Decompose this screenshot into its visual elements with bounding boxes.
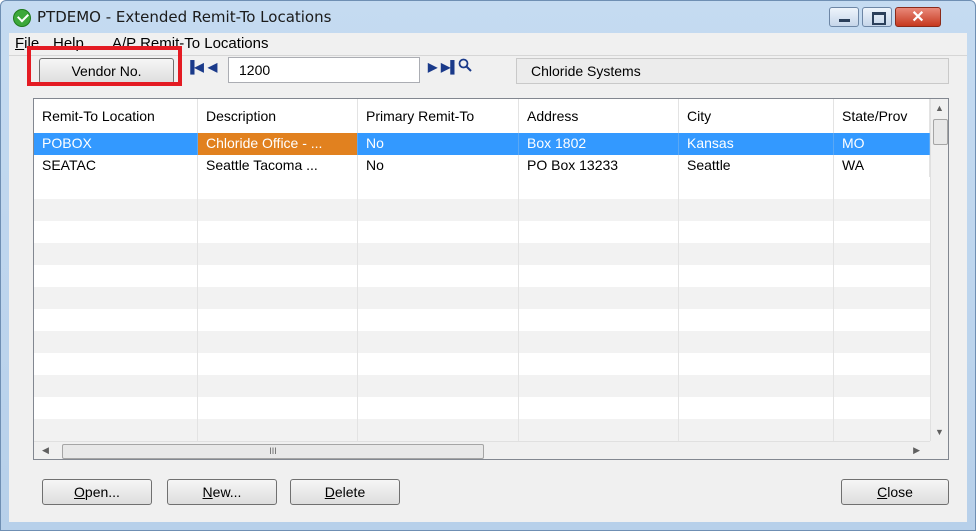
cell-address[interactable]: PO Box 13233 [519,155,679,177]
cell-remit-to-location[interactable]: POBOX [34,133,198,155]
grid-header: Remit-To Location Description Primary Re… [34,99,930,134]
vertical-scrollbar[interactable]: ▲ ▼ [930,99,948,441]
title-bar[interactable]: PTDEMO - Extended Remit-To Locations ✕ [1,1,975,33]
cell-address[interactable]: Box 1802 [519,133,679,155]
scroll-corner [930,441,948,459]
empty-row [34,375,930,397]
remit-to-grid[interactable]: Remit-To Location Description Primary Re… [33,98,949,460]
vendor-number-input[interactable]: 1200 [228,57,420,83]
previous-record-icon[interactable]: ◀ [208,60,217,74]
delete-mnemonic: D [324,484,335,500]
new-label: ew... [212,484,242,500]
cell-primary-remit-to[interactable]: No [358,133,519,155]
maximize-icon [872,12,886,25]
cell-city[interactable]: Seattle [679,155,834,177]
cell-primary-remit-to[interactable]: No [358,155,519,177]
table-row[interactable]: SEATAC Seattle Tacoma ... No PO Box 1323… [34,155,930,177]
delete-label: elete [334,484,366,500]
empty-row [34,287,930,309]
column-header-city[interactable]: City [679,99,834,133]
close-label: lose [887,484,913,500]
close-button[interactable]: Close [841,479,949,505]
close-mnemonic: C [877,484,888,500]
next-record-icon[interactable]: ▶ [428,60,437,74]
search-icon[interactable] [458,58,472,75]
column-header-state-prov[interactable]: State/Prov [834,99,930,133]
close-window-button[interactable]: ✕ [895,7,941,27]
empty-row [34,331,930,353]
empty-row [34,309,930,331]
table-row[interactable]: POBOX Chloride Office - ... No Box 1802 … [34,133,930,155]
open-label: pen... [84,484,120,500]
vertical-scroll-thumb[interactable] [933,119,948,145]
scroll-grip: III [269,446,277,456]
last-record-icon[interactable]: ▶▌ [441,60,459,74]
vendor-button-highlight [27,46,182,86]
empty-row [34,265,930,287]
cell-city[interactable]: Kansas [679,133,834,155]
cell-description[interactable]: Seattle Tacoma ... [198,155,358,177]
column-header-remit-to-location[interactable]: Remit-To Location [34,99,198,133]
menu-file-mnemonic: F [15,35,25,52]
minimize-button[interactable] [829,7,859,27]
empty-row [34,199,930,221]
maximize-button[interactable] [862,7,892,27]
empty-row [34,177,930,199]
vendor-name-field: Chloride Systems [516,58,949,84]
empty-row [34,397,930,419]
cell-state-prov[interactable]: WA [834,155,930,177]
new-button[interactable]: New... [167,479,277,505]
scroll-right-icon[interactable]: ▶ [913,445,920,456]
first-record-icon[interactable]: ▐◀ [186,60,204,74]
cell-state-prov[interactable]: MO [834,133,930,155]
empty-row [34,221,930,243]
cell-remit-to-location[interactable]: SEATAC [34,155,198,177]
app-check-icon [13,9,31,27]
minimize-icon [839,19,850,22]
column-header-description[interactable]: Description [198,99,358,133]
column-header-primary-remit-to[interactable]: Primary Remit-To [358,99,519,133]
window-title: PTDEMO - Extended Remit-To Locations [37,8,332,26]
scroll-left-icon[interactable]: ◀ [42,445,49,456]
cell-description[interactable]: Chloride Office - ... [198,133,358,155]
open-button[interactable]: Open... [42,479,152,505]
horizontal-scrollbar[interactable]: ◀ III ▶ [34,441,930,459]
column-header-address[interactable]: Address [519,99,679,133]
scroll-up-icon[interactable]: ▲ [935,103,944,113]
close-icon: ✕ [911,9,925,26]
scroll-down-icon[interactable]: ▼ [935,427,944,437]
delete-button[interactable]: Delete [290,479,400,505]
horizontal-scroll-thumb[interactable]: III [62,444,484,459]
open-mnemonic: O [74,484,85,500]
new-mnemonic: N [202,484,213,500]
empty-row [34,353,930,375]
empty-row [34,243,930,265]
empty-row [34,419,930,441]
